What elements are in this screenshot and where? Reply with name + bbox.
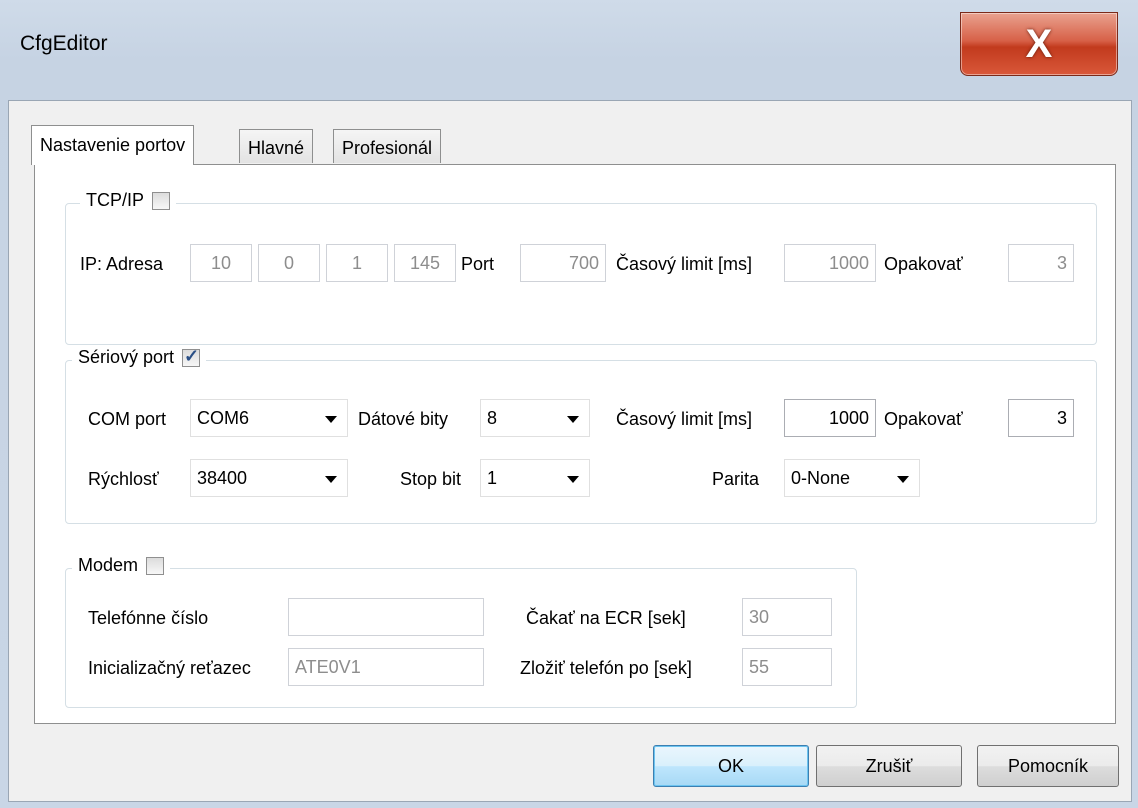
cancel-button[interactable]: Zrušiť bbox=[816, 745, 962, 787]
ip-octet-4[interactable]: 145 bbox=[394, 244, 456, 282]
data-bits-select[interactable]: 8 bbox=[480, 399, 590, 437]
ok-button[interactable]: OK bbox=[653, 745, 809, 787]
tcpip-group: TCP/IP IP: Adresa 10 0 1 145 Port 700 Ča… bbox=[65, 190, 1097, 345]
chevron-down-icon bbox=[567, 476, 579, 483]
title-bar[interactable]: CfgEditor X bbox=[0, 0, 1138, 100]
port-label: Port bbox=[461, 254, 495, 274]
tcp-retry-input[interactable]: 3 bbox=[1008, 244, 1074, 282]
parity-select[interactable]: 0-None bbox=[784, 459, 920, 497]
hangup-label: Zložiť telefón po [sek] bbox=[520, 658, 692, 678]
wait-ecr-input[interactable]: 30 bbox=[742, 598, 832, 636]
init-string-input[interactable]: ATE0V1 bbox=[288, 648, 484, 686]
serial-checkbox[interactable] bbox=[182, 346, 201, 367]
stop-bit-label: Stop bit bbox=[400, 469, 462, 489]
speed-value: 38400 bbox=[197, 468, 248, 488]
stop-bit-value: 1 bbox=[487, 468, 498, 488]
com-port-select[interactable]: COM6 bbox=[190, 399, 348, 437]
modem-checkbox[interactable] bbox=[146, 556, 165, 575]
chevron-down-icon bbox=[567, 416, 579, 423]
data-bits-value: 8 bbox=[487, 408, 498, 428]
modem-legend-label: Modem bbox=[78, 555, 139, 575]
tab-profesional[interactable]: Profesionál bbox=[333, 129, 442, 163]
tcpip-legend: TCP/IP bbox=[80, 190, 177, 211]
close-icon: X bbox=[1025, 22, 1053, 66]
chevron-down-icon bbox=[897, 476, 909, 483]
tab-hlavne[interactable]: Hlavné bbox=[239, 129, 314, 163]
tcp-timeout-label: Časový limit [ms] bbox=[616, 254, 753, 274]
tcp-retry-label: Opakovať bbox=[884, 254, 963, 274]
serial-retry-input[interactable]: 3 bbox=[1008, 399, 1074, 437]
chevron-down-icon bbox=[325, 476, 337, 483]
help-button[interactable]: Pomocník bbox=[977, 745, 1119, 787]
wait-ecr-label: Čakať na ECR [sek] bbox=[526, 608, 686, 628]
chevron-down-icon bbox=[325, 416, 337, 423]
tcp-timeout-input[interactable]: 1000 bbox=[784, 244, 876, 282]
parity-label: Parita bbox=[712, 469, 760, 489]
tab-nastavenie-portov[interactable]: Nastavenie portov bbox=[31, 125, 195, 165]
init-string-label: Inicializačný reťazec bbox=[88, 658, 251, 678]
serial-timeout-input[interactable]: 1000 bbox=[784, 399, 876, 437]
parity-value: 0-None bbox=[791, 468, 851, 488]
tcpip-checkbox[interactable] bbox=[152, 191, 171, 210]
dialog-client-area: Nastavenie portov Hlavné Profesionál TCP… bbox=[8, 100, 1132, 802]
serial-legend: Sériový port bbox=[72, 346, 207, 368]
com-port-value: COM6 bbox=[197, 408, 250, 428]
window-title: CfgEditor bbox=[20, 32, 108, 55]
port-input[interactable]: 700 bbox=[520, 244, 606, 282]
tcpip-legend-label: TCP/IP bbox=[86, 190, 145, 210]
close-button[interactable]: X bbox=[960, 12, 1118, 76]
ip-octet-3[interactable]: 1 bbox=[326, 244, 388, 282]
com-port-label: COM port bbox=[88, 409, 167, 429]
serial-retry-label: Opakovať bbox=[884, 409, 963, 429]
ip-address-label: IP: Adresa bbox=[80, 254, 164, 274]
modem-legend: Modem bbox=[72, 555, 171, 576]
speed-select[interactable]: 38400 bbox=[190, 459, 348, 497]
serial-timeout-label: Časový limit [ms] bbox=[616, 409, 753, 429]
serial-legend-label: Sériový port bbox=[78, 347, 175, 367]
data-bits-label: Dátové bity bbox=[358, 409, 449, 429]
phone-number-label: Telefónne číslo bbox=[88, 608, 209, 628]
phone-number-input[interactable] bbox=[288, 598, 484, 636]
modem-group: Modem Telefónne číslo Čakať na ECR [sek]… bbox=[65, 555, 857, 708]
hangup-input[interactable]: 55 bbox=[742, 648, 832, 686]
dialog-window: CfgEditor X Nastavenie portov Hlavné Pro… bbox=[0, 0, 1138, 808]
tab-panel-ports: TCP/IP IP: Adresa 10 0 1 145 Port 700 Ča… bbox=[34, 164, 1116, 724]
serial-group: Sériový port COM port COM6 Dátové bity 8… bbox=[65, 346, 1097, 524]
ip-octet-2[interactable]: 0 bbox=[258, 244, 320, 282]
speed-label: Rýchlosť bbox=[88, 469, 159, 489]
ip-octet-1[interactable]: 10 bbox=[190, 244, 252, 282]
stop-bit-select[interactable]: 1 bbox=[480, 459, 590, 497]
